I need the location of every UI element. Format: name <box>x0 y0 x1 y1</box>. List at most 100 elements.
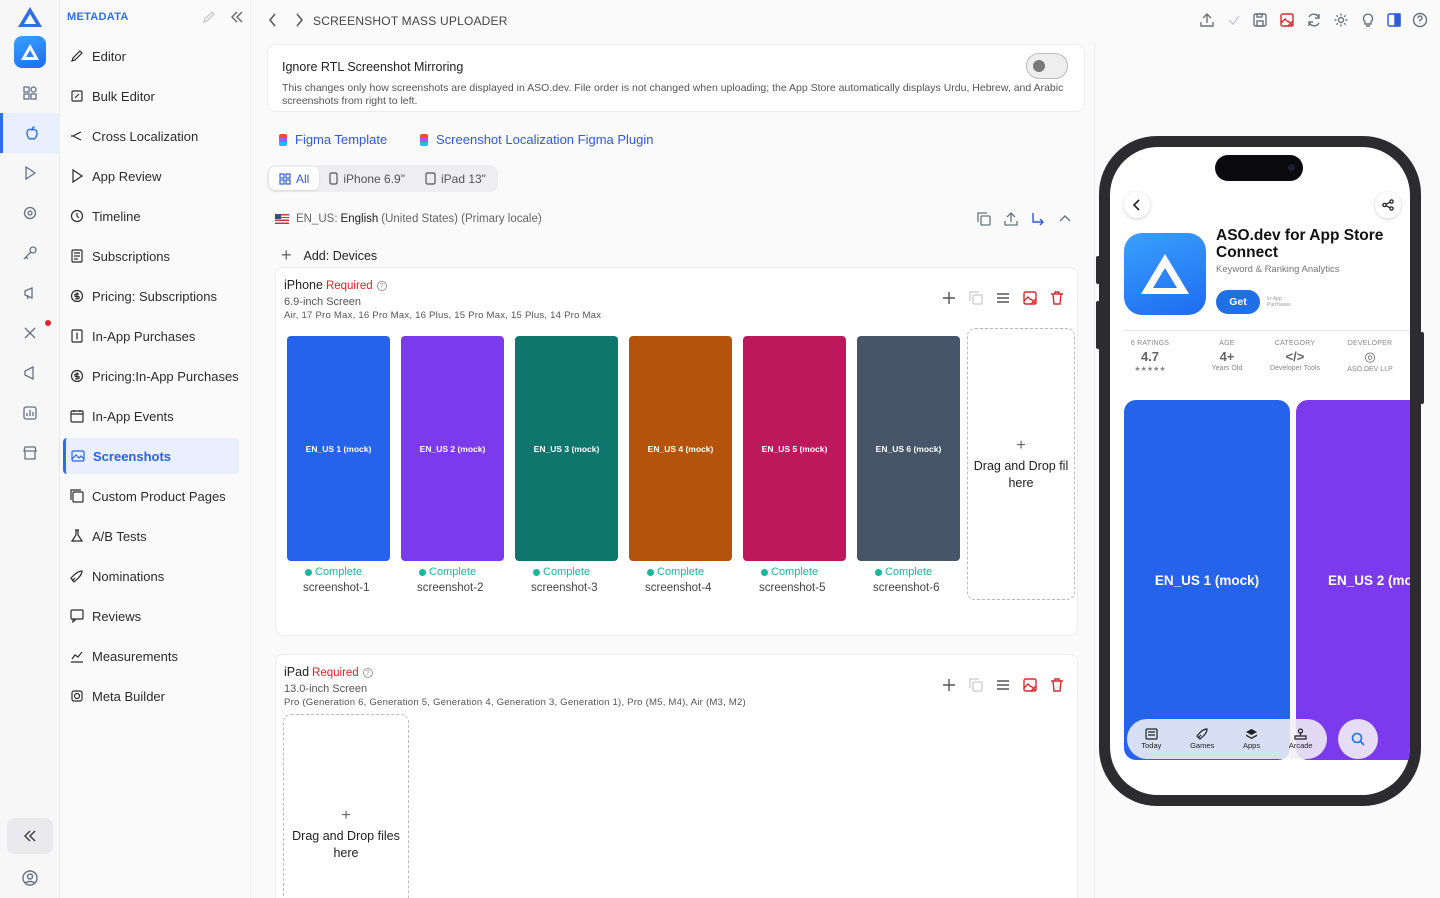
export-arrow-icon[interactable] <box>1031 212 1045 226</box>
sidebar-item-editor[interactable]: Editor <box>63 38 239 74</box>
upload-icon[interactable] <box>1199 12 1215 28</box>
get-button[interactable]: Get <box>1216 290 1260 314</box>
screenshot-thumbnail[interactable]: EN_US 3 (mock) <box>515 336 618 561</box>
stat-key: 6 RATINGS <box>1130 340 1170 347</box>
copy-icon[interactable] <box>977 212 991 226</box>
rail-target-icon[interactable] <box>0 193 60 233</box>
sidebar-item-in-app-events[interactable]: In-App Events <box>63 398 239 434</box>
phone-screen: ASO.dev for App Store Connect Keyword & … <box>1110 147 1410 795</box>
help-icon[interactable] <box>1412 12 1428 28</box>
forward-icon[interactable] <box>293 12 305 28</box>
menu-icon[interactable] <box>995 290 1011 306</box>
sidebar-title: METADATA <box>67 11 129 23</box>
rail-collapse-button[interactable] <box>7 818 53 854</box>
locale-header[interactable]: EN_US: English (United States) (Primary … <box>275 213 542 225</box>
ipad-drop-zone[interactable]: + Drag and Drop files here <box>283 714 409 898</box>
back-icon[interactable] <box>267 12 279 28</box>
screenshot-thumbnail[interactable]: EN_US 5 (mock) <box>743 336 846 561</box>
sidebar-item-measurements[interactable]: Measurements <box>63 638 239 674</box>
tab-today[interactable]: Today <box>1141 728 1161 750</box>
rtl-toggle[interactable] <box>1026 53 1068 79</box>
search-icon[interactable] <box>1338 719 1378 759</box>
add-icon[interactable] <box>941 290 957 306</box>
filter-all-tab[interactable]: All <box>269 167 320 190</box>
account-icon[interactable] <box>20 868 40 888</box>
rail-key-icon[interactable] <box>0 233 60 273</box>
sidebar-item-bulk-editor[interactable]: Bulk Editor <box>63 78 239 114</box>
preview-back-button[interactable] <box>1124 192 1150 218</box>
sidebar-item-in-app-purchases[interactable]: In-App Purchases <box>63 318 239 354</box>
refresh-icon[interactable] <box>1306 12 1322 28</box>
dynamic-island <box>1215 155 1303 181</box>
sidebar-item-meta-builder[interactable]: Meta Builder <box>63 678 239 714</box>
duplicate-icon[interactable] <box>968 677 984 693</box>
sidebar-item-cross-localization[interactable]: Cross Localization <box>63 118 239 154</box>
status-badge: Complete <box>647 566 704 578</box>
add-devices-button[interactable]: + Add: Devices <box>281 245 377 266</box>
rail-store-icon[interactable] <box>0 433 60 473</box>
delete-images-icon[interactable] <box>1279 12 1295 28</box>
sidebar-item-label: Measurements <box>92 648 178 664</box>
rail-megaphone-icon[interactable] <box>0 273 60 313</box>
filter-iphone-tab[interactable]: iPhone 6.9" <box>319 167 415 190</box>
ipad-icon <box>425 172 436 185</box>
trash-icon[interactable] <box>1049 677 1065 693</box>
sidebar-item-pricing-subscriptions[interactable]: Pricing: Subscriptions <box>63 278 239 314</box>
device-models: Pro (Generation 6, Generation 5, Generat… <box>284 697 746 708</box>
filter-ipad-tab[interactable]: iPad 13" <box>415 167 496 190</box>
lightbulb-icon[interactable] <box>1360 12 1376 28</box>
today-icon <box>1145 728 1158 740</box>
app-icon[interactable] <box>14 36 46 68</box>
help-circle-icon[interactable]: ? <box>362 668 373 678</box>
trash-icon[interactable] <box>1049 290 1065 306</box>
sidebar-item-icon <box>71 690 83 702</box>
sidebar-item-icon <box>70 209 84 223</box>
screenshot-filename: screenshot-3 <box>531 582 598 594</box>
tab-games[interactable]: Games <box>1190 728 1214 750</box>
screenshot-thumbnail[interactable]: EN_US 1 (mock) <box>287 336 390 561</box>
metadata-sidebar: METADATA Editor Bulk Editor Cross Localiza… <box>60 0 251 898</box>
rail-apple-icon[interactable] <box>0 113 60 153</box>
sidebar-item-screenshots[interactable]: Screenshots <box>63 438 239 474</box>
remove-images-icon[interactable] <box>1022 290 1038 306</box>
sidebar-collapse-icon[interactable] <box>230 10 244 24</box>
check-icon[interactable] <box>1226 12 1242 28</box>
rail-play-icon[interactable] <box>0 153 60 193</box>
rail-chart-icon[interactable] <box>0 393 60 433</box>
screenshot-thumbnail[interactable]: EN_US 2 (mock) <box>401 336 504 561</box>
menu-icon[interactable] <box>995 677 1011 693</box>
sidebar-item-subscriptions[interactable]: Subscriptions <box>63 238 239 274</box>
rail-tools-icon[interactable] <box>0 313 60 353</box>
sidebar-item-icon <box>71 90 83 102</box>
screenshot-thumbnail[interactable]: EN_US 4 (mock) <box>629 336 732 561</box>
sidebar-item-custom-product-pages[interactable]: Custom Product Pages <box>63 478 239 514</box>
figma-plugin-link[interactable]: Screenshot Localization Figma Plugin <box>420 132 654 147</box>
edit-icon[interactable] <box>202 10 216 24</box>
screenshot-thumbnail[interactable]: EN_US 6 (mock) <box>857 336 960 561</box>
locale-upload-icon[interactable] <box>1004 212 1018 226</box>
panel-toggle-icon[interactable] <box>1386 12 1402 28</box>
figma-plugin-label: Screenshot Localization Figma Plugin <box>436 132 654 147</box>
iphone-drop-zone[interactable]: + Drag and Drop fil here <box>967 328 1075 600</box>
rail-vscode-icon[interactable] <box>0 353 60 393</box>
share-icon[interactable] <box>1375 192 1401 218</box>
sidebar-item-a-b-tests[interactable]: A/B Tests <box>63 518 239 554</box>
ipad-name: iPad <box>284 665 310 679</box>
figma-template-link[interactable]: Figma Template <box>279 132 387 147</box>
sidebar-item-app-review[interactable]: App Review <box>63 158 239 194</box>
remove-images-icon[interactable] <box>1022 677 1038 693</box>
settings-icon[interactable] <box>1333 12 1349 28</box>
save-icon[interactable] <box>1252 12 1268 28</box>
chevron-up-icon[interactable] <box>1058 212 1072 226</box>
tab-arcade[interactable]: Arcade <box>1289 728 1313 750</box>
sidebar-item-timeline[interactable]: Timeline <box>63 198 239 234</box>
sidebar-item-pricing-in-app-purchases[interactable]: Pricing:In-App Purchases <box>63 358 239 394</box>
duplicate-icon[interactable] <box>968 290 984 306</box>
tab-apps[interactable]: Apps <box>1243 728 1260 750</box>
sidebar-item-reviews[interactable]: Reviews <box>63 598 239 634</box>
rail-dashboard-icon[interactable] <box>0 73 60 113</box>
add-icon[interactable] <box>941 677 957 693</box>
help-circle-icon[interactable]: ? <box>376 281 387 291</box>
phone-button <box>1420 332 1424 404</box>
sidebar-item-nominations[interactable]: Nominations <box>63 558 239 594</box>
